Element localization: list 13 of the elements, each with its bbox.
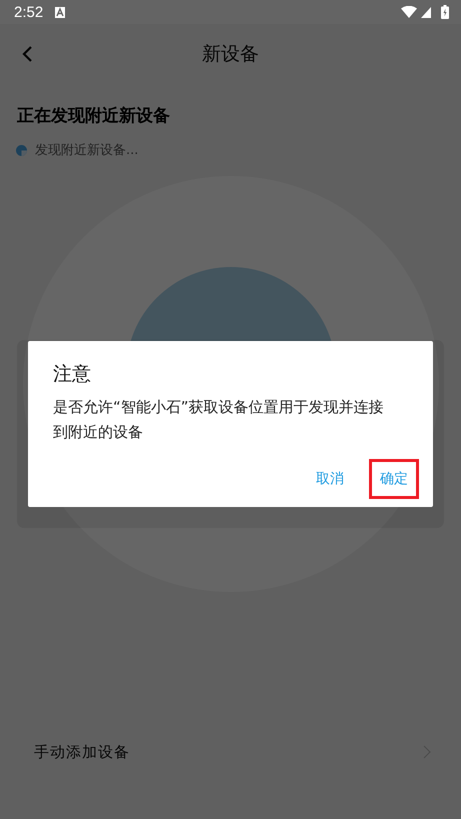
page-title: 新设备: [202, 42, 259, 67]
dialog-message: 是否允许“智能小石”获取设备位置用于发现并连接到附近的设备: [53, 397, 385, 443]
signal-icon: [421, 6, 431, 18]
spinner-icon: [16, 144, 27, 156]
wifi-icon: [401, 6, 417, 18]
notification-icon: [55, 6, 66, 18]
confirm-button[interactable]: 确定: [369, 459, 419, 499]
status-time: 2:52: [14, 4, 44, 20]
manual-add-item[interactable]: 手动添加设备: [0, 737, 461, 767]
dialog-title: 注意: [53, 362, 92, 387]
section-title: 正在发现附近新设备: [17, 105, 171, 127]
battery-icon: [441, 5, 449, 19]
scan-status: 发现附近新设备...: [35, 142, 138, 159]
